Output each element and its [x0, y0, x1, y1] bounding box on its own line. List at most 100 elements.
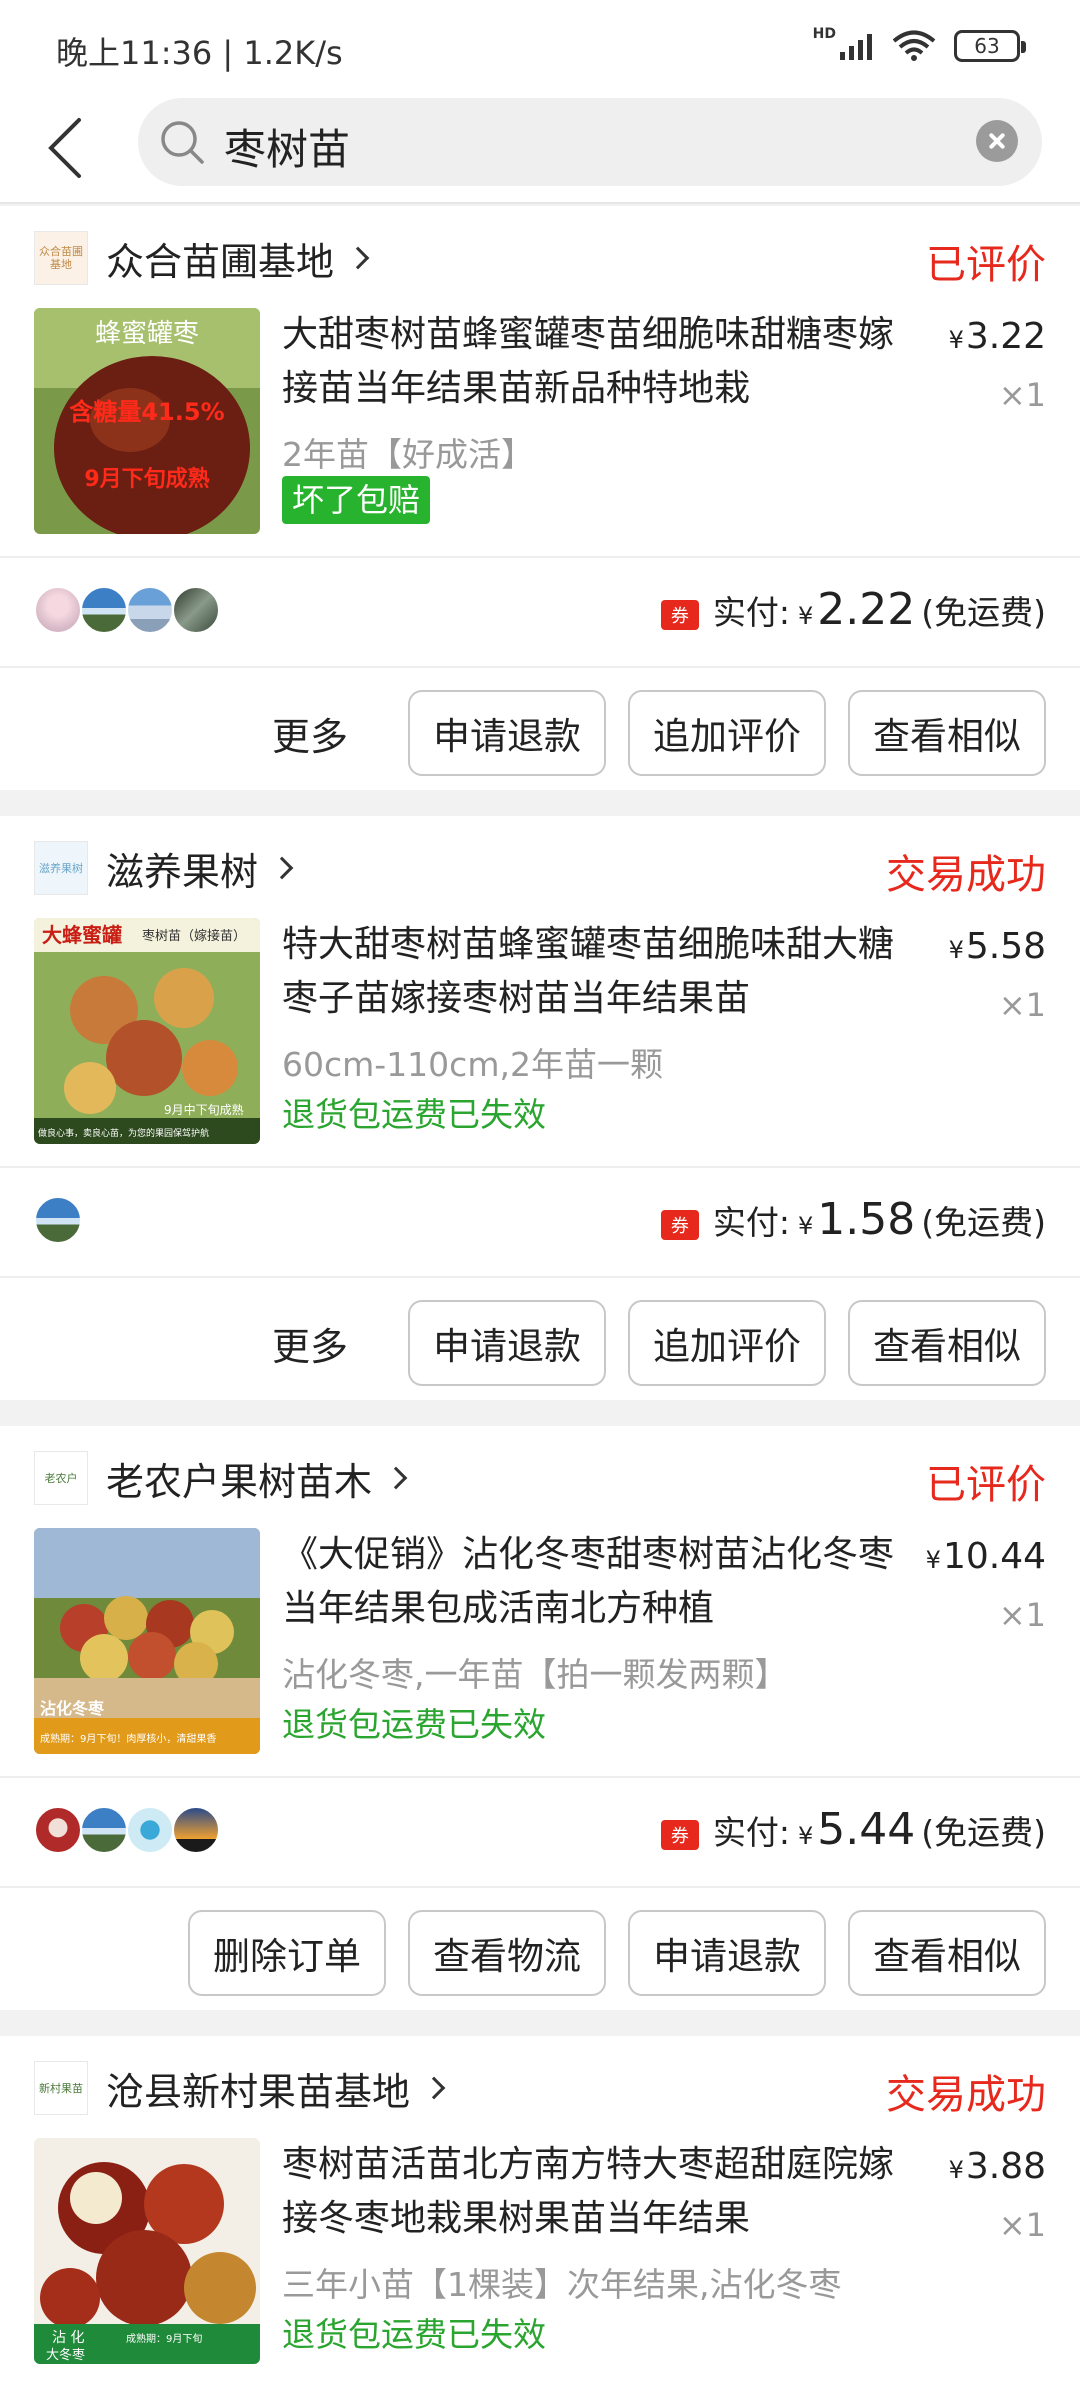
delete-order-button[interactable]: 删除订单 [188, 1910, 386, 1996]
coupon-icon: 券 [660, 600, 699, 630]
coupon-icon: 券 [660, 1210, 699, 1240]
shipping-note: (免运费) [921, 1203, 1046, 1242]
track-shipment-button[interactable]: 查看物流 [408, 1910, 606, 1996]
product-image[interactable]: 沾 化 大冬枣 成熟期：9月下旬 [34, 2138, 260, 2364]
product-price: ¥3.22 [949, 316, 1046, 357]
more-button[interactable]: 更多 [272, 706, 348, 761]
network-type: HD [812, 26, 836, 42]
back-button[interactable] [30, 106, 100, 190]
product-image[interactable]: 蜂蜜罐枣 含糖量41.5% 9月下旬成熟 [34, 308, 260, 534]
battery-level: 63 [974, 34, 1000, 58]
thumb-text-2: 大冬枣 [46, 2347, 85, 2363]
order-card[interactable]: 滋养果树 滋养果树 交易成功 大蜂蜜罐 枣树苗（嫁接苗） 9月中下旬成熟 做良心… [0, 816, 1080, 1400]
product-quantity: ×1 [998, 2206, 1046, 2244]
order-card[interactable]: 众合苗圃基地 众合苗圃基地 已评价 蜂蜜罐枣 含糖量41.5% 9月下旬成熟 大… [0, 206, 1080, 790]
thumb-text-1: 沾 化 [52, 2330, 84, 2346]
price-currency: ¥ [925, 1546, 941, 1574]
shop-link[interactable]: 众合苗圃基地 众合苗圃基地 [34, 230, 370, 286]
thumb-text-3: 成熟期：9月下旬 [126, 2332, 202, 2345]
payment-summary: 券 实付: ¥ 5.44 (免运费) [660, 1804, 1046, 1855]
price-value: 3.22 [965, 316, 1046, 357]
avatar [172, 586, 220, 634]
find-similar-button[interactable]: 查看相似 [848, 1300, 1046, 1386]
avatar-group[interactable] [34, 586, 220, 634]
shop-link[interactable]: 滋养果树 滋养果树 [34, 840, 294, 896]
payment-summary: 券 实付: ¥ 1.58 (免运费) [660, 1194, 1046, 1245]
product-image[interactable]: 沾化冬枣 成熟期：9月下旬！肉厚核小，清甜果香 [34, 1528, 260, 1754]
product-title[interactable]: 《大促销》沾化冬枣甜枣树苗沾化冬枣当年结果包成活南北方种植 [282, 1528, 912, 1636]
price-currency: ¥ [948, 2156, 964, 2184]
price-currency: ¥ [948, 326, 964, 354]
shop-name: 众合苗圃基地 [106, 239, 335, 284]
avatar [172, 1806, 220, 1854]
price-value: 10.44 [942, 1536, 1046, 1577]
refund-button[interactable]: 申请退款 [628, 1910, 826, 1996]
shop-name: 滋养果树 [106, 849, 259, 894]
shop-logo: 众合苗圃基地 [34, 231, 88, 285]
order-card[interactable]: 老农户 老农户果树苗木 已评价 沾化冬枣 成熟期：9月下旬！肉厚核小，清甜果香 [0, 1426, 1080, 2010]
signal-icon [840, 34, 872, 60]
paid-label: 实付: [712, 1813, 790, 1852]
avatar [80, 1806, 128, 1854]
status-time: 晚上11:36 | 1.2K/s [56, 34, 343, 72]
divider [0, 1886, 1080, 1888]
thumb-text-1: 沾化冬枣 [40, 1699, 105, 1718]
find-similar-button[interactable]: 查看相似 [848, 690, 1046, 776]
thumb-text-4: 做良心事，卖良心苗，为您的果园保驾护航 [38, 1127, 209, 1139]
refund-button[interactable]: 申请退款 [408, 690, 606, 776]
divider [0, 1776, 1080, 1778]
wifi-icon [892, 30, 936, 61]
order-status: 交易成功 [886, 852, 1046, 898]
status-icons: HD 63 [813, 26, 1026, 62]
avatar [80, 586, 128, 634]
avatar-group[interactable] [34, 1806, 220, 1854]
find-similar-button[interactable]: 查看相似 [848, 1910, 1046, 1996]
avatar [34, 1806, 82, 1854]
product-price: ¥3.88 [949, 2146, 1046, 2187]
thumb-text-1: 蜂蜜罐枣 [95, 319, 199, 349]
shop-link[interactable]: 新村果苗 沧县新村果苗基地 [34, 2060, 446, 2116]
paid-currency: ¥ [798, 1822, 814, 1850]
order-card[interactable]: 新村果苗 沧县新村果苗基地 交易成功 沾 化 大冬枣 成熟期：9月下旬 枣树苗活… [0, 2036, 1080, 2400]
back-arrow-icon [48, 118, 81, 178]
status-bar: 晚上11:36 | 1.2K/s HD 63 [0, 0, 1080, 92]
clear-icon[interactable] [976, 120, 1018, 162]
more-button[interactable]: 更多 [272, 1316, 348, 1371]
product-quantity: ×1 [998, 376, 1046, 414]
chevron-right-icon [422, 2076, 446, 2100]
return-shipping-note: 退货包运费已失效 [282, 1095, 546, 1134]
add-review-button[interactable]: 追加评价 [628, 1300, 826, 1386]
guarantee-badge: 坏了包赔 [282, 476, 431, 524]
product-title[interactable]: 大甜枣树苗蜂蜜罐枣苗细脆味甜糖枣嫁接苗当年结果苗新品种特地栽 [282, 308, 912, 416]
chevron-right-icon [384, 1466, 408, 1490]
avatar [34, 1196, 82, 1244]
search-input[interactable]: 枣树苗 [138, 98, 1042, 186]
divider [0, 666, 1080, 668]
product-spec: 2年苗【好成活】 [282, 435, 534, 474]
avatar-group[interactable] [34, 1196, 82, 1244]
paid-currency: ¥ [798, 602, 814, 630]
divider [0, 556, 1080, 558]
shop-link[interactable]: 老农户 老农户果树苗木 [34, 1450, 408, 1506]
price-currency: ¥ [948, 936, 964, 964]
thumb-text-2: 成熟期：9月下旬！肉厚核小，清甜果香 [40, 1732, 216, 1745]
refund-button[interactable]: 申请退款 [408, 1300, 606, 1386]
product-title[interactable]: 特大甜枣树苗蜂蜜罐枣苗细脆味甜大糖枣子苗嫁接枣树苗当年结果苗 [282, 918, 912, 1026]
thumb-text-1: 大蜂蜜罐 [42, 923, 122, 947]
search-icon [161, 121, 204, 164]
thumb-text-3: 9月下旬成熟 [84, 466, 209, 492]
product-price: ¥5.58 [949, 926, 1046, 967]
paid-currency: ¥ [798, 1212, 814, 1240]
chevron-right-icon [346, 246, 370, 270]
add-review-button[interactable]: 追加评价 [628, 690, 826, 776]
product-title[interactable]: 枣树苗活苗北方南方特大枣超甜庭院嫁接冬枣地栽果树果苗当年结果 [282, 2138, 912, 2246]
thumb-text-2: 含糖量41.5% [69, 398, 224, 426]
product-quantity: ×1 [998, 1596, 1046, 1634]
product-image[interactable]: 大蜂蜜罐 枣树苗（嫁接苗） 9月中下旬成熟 做良心事，卖良心苗，为您的果园保驾护… [34, 918, 260, 1144]
divider [0, 1276, 1080, 1278]
paid-amount: 2.22 [817, 584, 916, 635]
order-actions: 删除订单 查看物流 申请退款 查看相似 [188, 1910, 1046, 1996]
thumb-text-2: 枣树苗（嫁接苗） [142, 928, 246, 944]
avatar [126, 586, 174, 634]
coupon-icon: 券 [660, 1820, 699, 1850]
